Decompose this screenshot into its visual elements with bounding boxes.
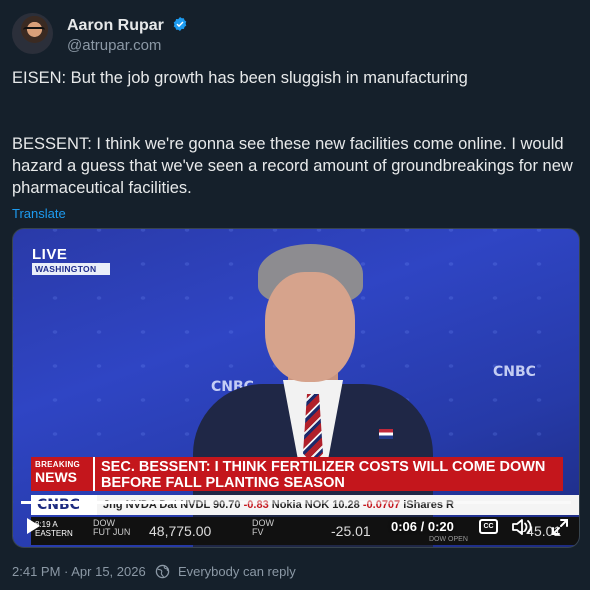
live-label: LIVE [32,246,68,263]
author-name[interactable]: Aaron Rupar [67,17,164,34]
dow-futures-value: 48,775.00 [149,523,212,539]
dow-fv-label: DOW FV [252,519,274,537]
author-handle[interactable]: @atrupar.com [67,37,161,54]
live-bug: LIVE WASHINGTON [32,246,110,275]
avatar-glasses [23,27,45,33]
video-player[interactable]: CNBC CNBC LIVE WASHINGTON BREAKING NEWS … [12,228,580,548]
news-headline: SEC. BESSENT: I THINK FERTILIZER COSTS W… [93,457,563,491]
captions-button[interactable]: CC [479,519,498,534]
market-time: 8:19 A EASTERN [35,520,73,538]
ticker-logo: CNBC [31,495,97,515]
reply-setting: Everybody can reply [177,564,296,579]
dow-futures-label: DOW FUT JUN [93,519,130,537]
wall-logo-right: CNBC [493,364,536,380]
location-label: WASHINGTON [32,263,110,275]
dow-open-label: DOW OPEN [429,536,468,543]
volume-icon[interactable] [511,519,533,535]
stock-ticker: Jng NVDA Dat NVDL 90.70 -0.83 Nokia NOK … [31,495,579,515]
tweet-paragraph-1: EISEN: But the job growth has been slugg… [12,69,468,87]
timestamp[interactable]: 2:41 PM · Apr 15, 2026 [12,564,146,579]
face [265,272,355,382]
tweet-text: EISEN: But the job growth has been slugg… [12,67,578,199]
fullscreen-icon[interactable] [551,518,569,536]
breaking-label: BREAKING [35,460,81,469]
translate-link[interactable]: Translate [12,206,66,221]
author-name-container[interactable]: Aaron Rupar [67,16,188,35]
video-progress-fill [21,501,186,504]
market-time-value: 8:19 A [35,520,58,529]
play-icon[interactable] [27,518,40,534]
video-progress-bar[interactable] [21,501,571,504]
index-sub: FUT JUN [93,527,131,537]
tweet-footer: 2:41 PM · Apr 15, 2026 Everybody can rep… [12,564,296,579]
index-sub: FV [252,527,264,537]
tweet-header: Aaron Rupar @atrupar.com [12,13,582,57]
dow-fv-value: -25.01 [331,523,371,539]
video-timer: 0:06 / 0:20 [391,519,454,534]
verified-badge-icon [174,17,187,31]
flag-pin-icon [379,429,393,439]
avatar[interactable] [12,13,53,54]
market-time-zone: EASTERN [35,529,73,538]
tweet-paragraph-2: BESSENT: I think we're gonna see these n… [12,135,578,197]
globe-icon [156,564,170,579]
breaking-news-badge: BREAKING NEWS [31,457,93,491]
news-label: NEWS [35,469,77,485]
